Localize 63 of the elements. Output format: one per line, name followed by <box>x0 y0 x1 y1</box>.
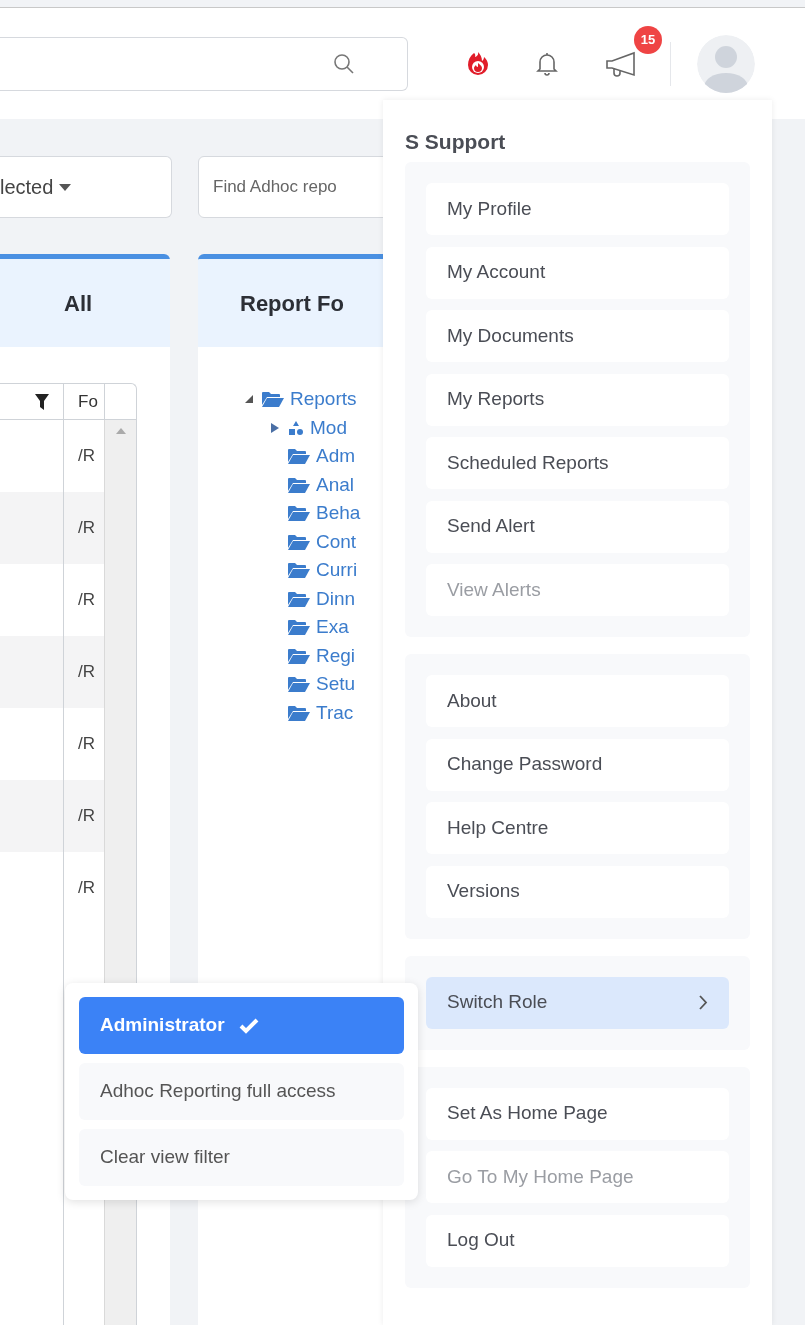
table-cell-text: /R <box>77 445 95 468</box>
folder-icon <box>288 590 310 607</box>
table-cell-text: /R <box>77 733 95 756</box>
table-cell-text: /R <box>77 517 95 540</box>
table-cell-text: /R <box>77 805 95 828</box>
menu-item[interactable]: My Reports <box>426 373 729 426</box>
menu-item[interactable]: Versions <box>426 865 729 918</box>
tree-item[interactable]: Exa <box>316 613 349 642</box>
role-option[interactable]: Adhoc Reporting full access <box>79 1063 404 1120</box>
table-cell-text: /R <box>77 661 95 684</box>
bell-icon[interactable] <box>536 51 558 76</box>
caret-icon <box>59 183 72 191</box>
menu-item[interactable]: My Profile <box>426 183 729 235</box>
role-option[interactable]: Administrator <box>79 997 404 1054</box>
column-header[interactable]: Fo <box>64 384 105 419</box>
role-dropdown[interactable]: lected <box>0 156 172 218</box>
tree-item[interactable]: Curri <box>316 556 358 585</box>
role-option[interactable]: Clear view filter <box>79 1129 404 1186</box>
menu-item[interactable]: Change Password <box>426 738 729 791</box>
collapsed-icon[interactable] <box>271 422 279 433</box>
folder-icon <box>288 619 310 636</box>
table-cell-text: /R <box>77 589 95 612</box>
folder-icon <box>288 647 310 664</box>
user-name: S Support <box>405 129 507 155</box>
panel-title: Report Fo <box>240 289 344 318</box>
tree-item[interactable]: Reports <box>290 385 357 414</box>
sitemap-icon <box>288 420 304 435</box>
tree-item[interactable]: Mod <box>310 413 347 442</box>
menu-item[interactable]: Switch Role <box>426 976 729 1029</box>
tree-item[interactable]: Cont <box>316 527 357 556</box>
filter-icon[interactable] <box>35 393 49 410</box>
menu-item[interactable]: About <box>426 675 729 727</box>
menu-item[interactable]: Send Alert <box>426 500 729 553</box>
search-icon <box>333 52 355 75</box>
folder-icon <box>262 391 284 408</box>
flame-icon[interactable] <box>466 50 490 77</box>
menu-item[interactable]: Log Out <box>426 1214 729 1267</box>
notification-badge: 15 <box>634 25 662 54</box>
folder-icon <box>288 533 310 550</box>
expanded-icon[interactable] <box>245 395 253 404</box>
menu-item[interactable]: My Account <box>426 246 729 299</box>
tree-item[interactable]: Trac <box>316 698 354 727</box>
chevron-right-icon <box>699 995 708 1010</box>
tree-item[interactable]: Setu <box>316 670 356 699</box>
folder-icon <box>288 676 310 693</box>
tree-item[interactable]: Regi <box>316 641 356 670</box>
folder-icon <box>288 562 310 579</box>
search-field[interactable] <box>0 36 408 91</box>
menu-item[interactable]: Set As Home Page <box>426 1087 729 1140</box>
panel-title: All <box>64 289 93 318</box>
menu-item[interactable]: Scheduled Reports <box>426 437 729 489</box>
folder-icon <box>288 505 310 522</box>
menu-item[interactable]: Help Centre <box>426 802 729 854</box>
table-cell-text: /R <box>77 877 95 900</box>
folder-icon <box>288 448 310 465</box>
checkmark-icon <box>238 1017 259 1034</box>
tree-item[interactable]: Adm <box>316 442 356 471</box>
tree-item[interactable]: Anal <box>316 470 355 499</box>
menu-item[interactable]: My Documents <box>426 310 729 362</box>
folder-icon <box>288 476 310 493</box>
tree-item[interactable]: Beha <box>316 499 361 528</box>
tree-item[interactable]: Dinn <box>316 584 356 613</box>
folder-icon <box>288 704 310 721</box>
